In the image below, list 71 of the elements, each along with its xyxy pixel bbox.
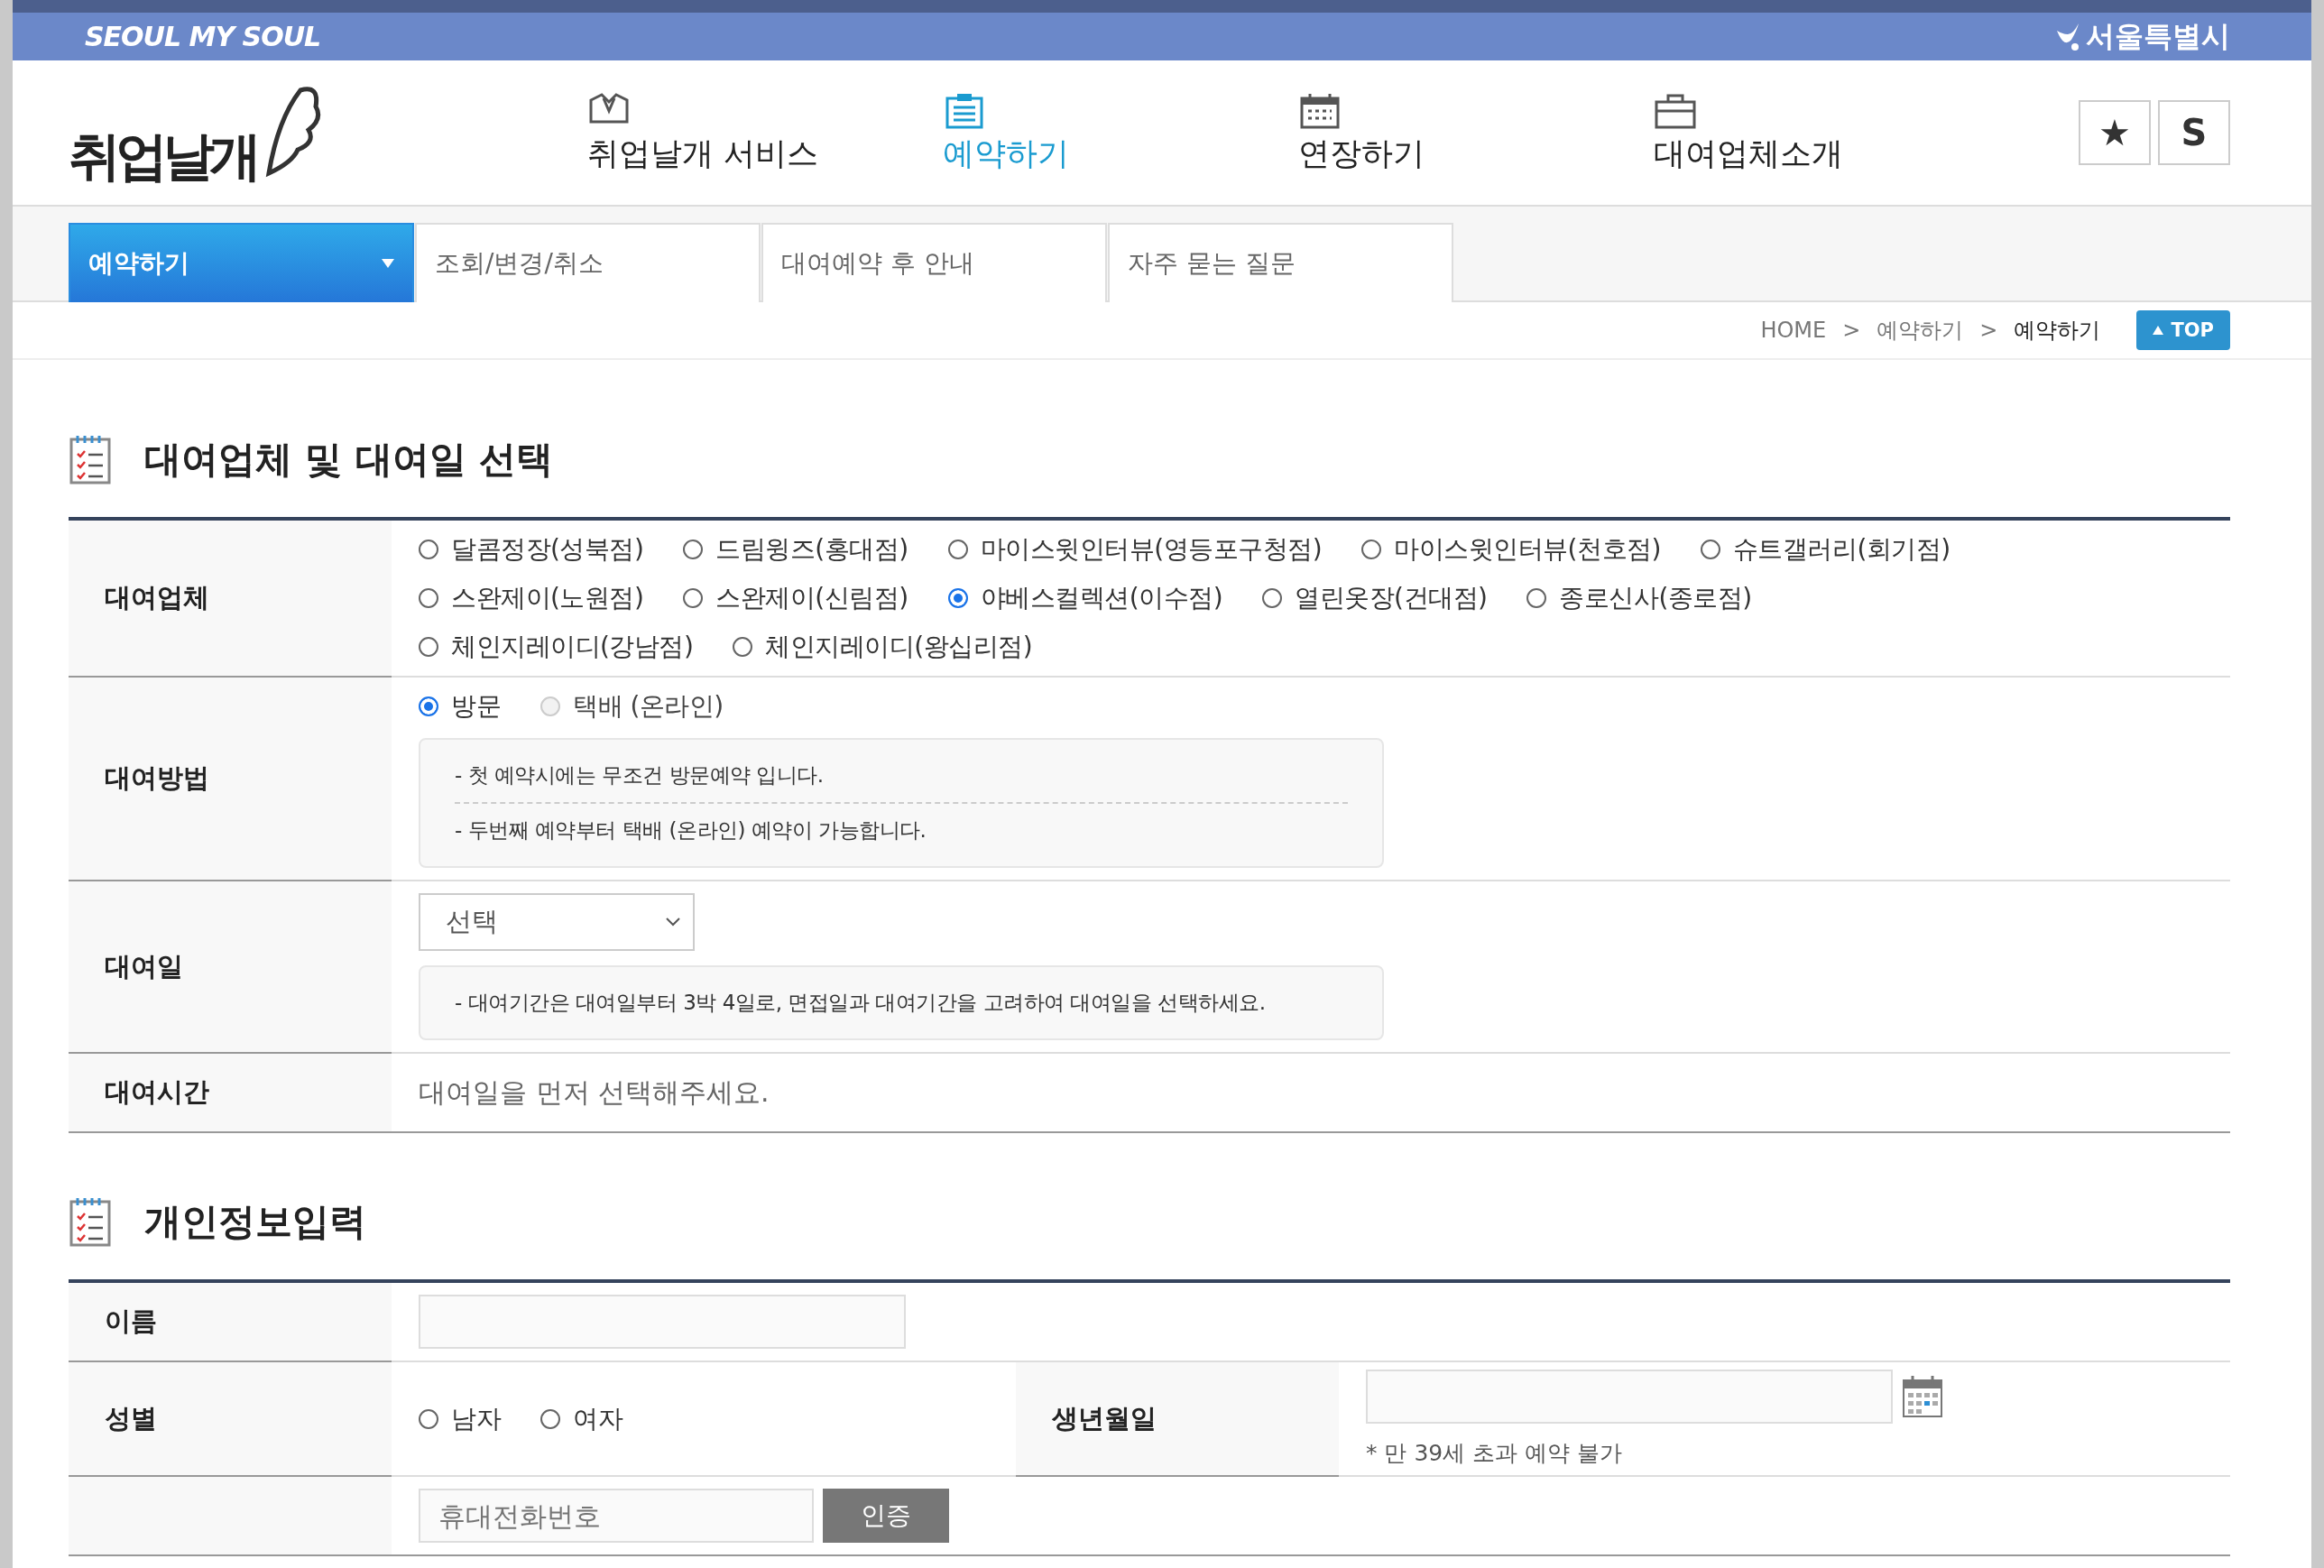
breadcrumb-link[interactable]: 예약하기	[2014, 316, 2101, 345]
nav-link[interactable]: 취업날개 서비스	[587, 90, 943, 175]
radio-button[interactable]	[1526, 588, 1547, 608]
radio-label[interactable]: 종로신사(종로점)	[1559, 581, 1752, 615]
info-text: 대여일을 먼저 선택해주세요.	[419, 1075, 770, 1110]
date-select[interactable]: 선택	[419, 893, 695, 951]
radio-label[interactable]: 드림윙즈(홍대점)	[715, 532, 908, 567]
breadcrumb-separator: >	[1842, 318, 1861, 343]
calendar-icon	[1902, 1375, 1943, 1418]
breadcrumb-link[interactable]: 예약하기	[1877, 316, 1964, 345]
notice-text: - 대여기간은 대여일부터 3박 4일로, 면접일과 대여기간을 고려하여 대여일을 선택하세요.	[455, 990, 1267, 1016]
nav-link[interactable]: 연장하기	[1298, 90, 1654, 175]
radio-button[interactable]	[540, 1408, 560, 1429]
radio-button[interactable]	[733, 637, 753, 657]
field-label: 대여업체	[105, 581, 209, 614]
field-label: 대여일	[105, 949, 183, 983]
radio-button[interactable]	[683, 540, 704, 559]
radio-label[interactable]: 스완제이(신림점)	[715, 581, 908, 615]
checklist-icon	[69, 1196, 112, 1247]
field-label: 대여시간	[105, 1075, 209, 1109]
radio-button[interactable]	[1262, 588, 1283, 608]
notice-text: - 첫 예약시에는 무조건 방문예약 입니다.	[455, 762, 825, 789]
radio-button[interactable]	[419, 540, 438, 559]
breadcrumb-link[interactable]: HOME	[1760, 318, 1827, 343]
tab[interactable]: 조회/변경/취소	[415, 223, 761, 302]
radio-button[interactable]	[1700, 540, 1720, 559]
radio-label[interactable]: 체인지레이디(왕십리점)	[765, 630, 1033, 664]
section-title: 개인정보입력	[144, 1198, 366, 1245]
field-label: 생년월일	[1052, 1401, 1157, 1435]
field-label: 성별	[105, 1401, 157, 1435]
brand-logo[interactable]: SEOUL MY SOUL	[85, 21, 321, 52]
radio-label[interactable]: 달콤정장(성북점)	[451, 532, 644, 567]
radio-label[interactable]: 야베스컬렉션(이수점)	[980, 581, 1223, 615]
verify-button[interactable]: 인증	[823, 1489, 949, 1543]
radio-button[interactable]	[419, 696, 438, 716]
radio-button[interactable]	[1361, 540, 1382, 559]
quick-button[interactable]: ★	[2079, 100, 2151, 165]
chevron-down-icon	[666, 918, 680, 927]
section-title: 대여업체 및 대여일 선택	[144, 436, 553, 483]
radio-button[interactable]	[419, 1408, 438, 1429]
tab[interactable]: 자주 묻는 질문	[1108, 223, 1453, 302]
hint-text: * 만 39세 초과 예약 불가	[1366, 1439, 1623, 1468]
radio-label[interactable]: 마이스윗인터뷰(영등포구청점)	[980, 532, 1323, 567]
radio-button[interactable]	[419, 588, 438, 608]
radio-button[interactable]	[419, 637, 438, 657]
radio-label[interactable]: 슈트갤러리(회기점)	[1732, 532, 1950, 567]
up-arrow-icon	[2153, 326, 2164, 335]
radio-button[interactable]	[947, 540, 968, 559]
radio-label[interactable]: 여자	[573, 1401, 622, 1436]
radio-label[interactable]: 방문	[451, 689, 501, 724]
field-label: 대여방법	[105, 761, 209, 795]
name-input[interactable]	[419, 1295, 906, 1349]
notice-text: - 두번째 예약부터 택배 (온라인) 예약이 가능합니다.	[455, 817, 927, 844]
radio-button[interactable]	[947, 588, 968, 608]
nav-link[interactable]: 대여업체소개	[1654, 90, 2009, 175]
radio-label[interactable]: 마이스윗인터뷰(천호점)	[1394, 532, 1661, 567]
birthdate-input[interactable]	[1366, 1370, 1893, 1424]
checklist-icon	[69, 434, 112, 484]
radio-label[interactable]: 스완제이(노원점)	[451, 581, 644, 615]
quick-button[interactable]: S	[2158, 100, 2230, 165]
site-logo[interactable]: 취업날개	[69, 130, 256, 182]
radio-label[interactable]: 남자	[451, 1401, 501, 1436]
tab[interactable]: 대여예약 후 안내	[761, 223, 1107, 302]
radio-label[interactable]: 체인지레이디(강남점)	[451, 630, 694, 664]
field-label: 이름	[105, 1305, 157, 1338]
breadcrumb-separator: >	[1979, 318, 1998, 343]
city-name[interactable]: 서울특별시	[2086, 16, 2230, 57]
phone-input[interactable]: 휴대전화번호	[419, 1489, 814, 1543]
radio-button[interactable]	[683, 588, 704, 608]
radio-label[interactable]: 열린옷장(건대점)	[1295, 581, 1488, 615]
dropdown-arrow-icon	[382, 259, 394, 268]
